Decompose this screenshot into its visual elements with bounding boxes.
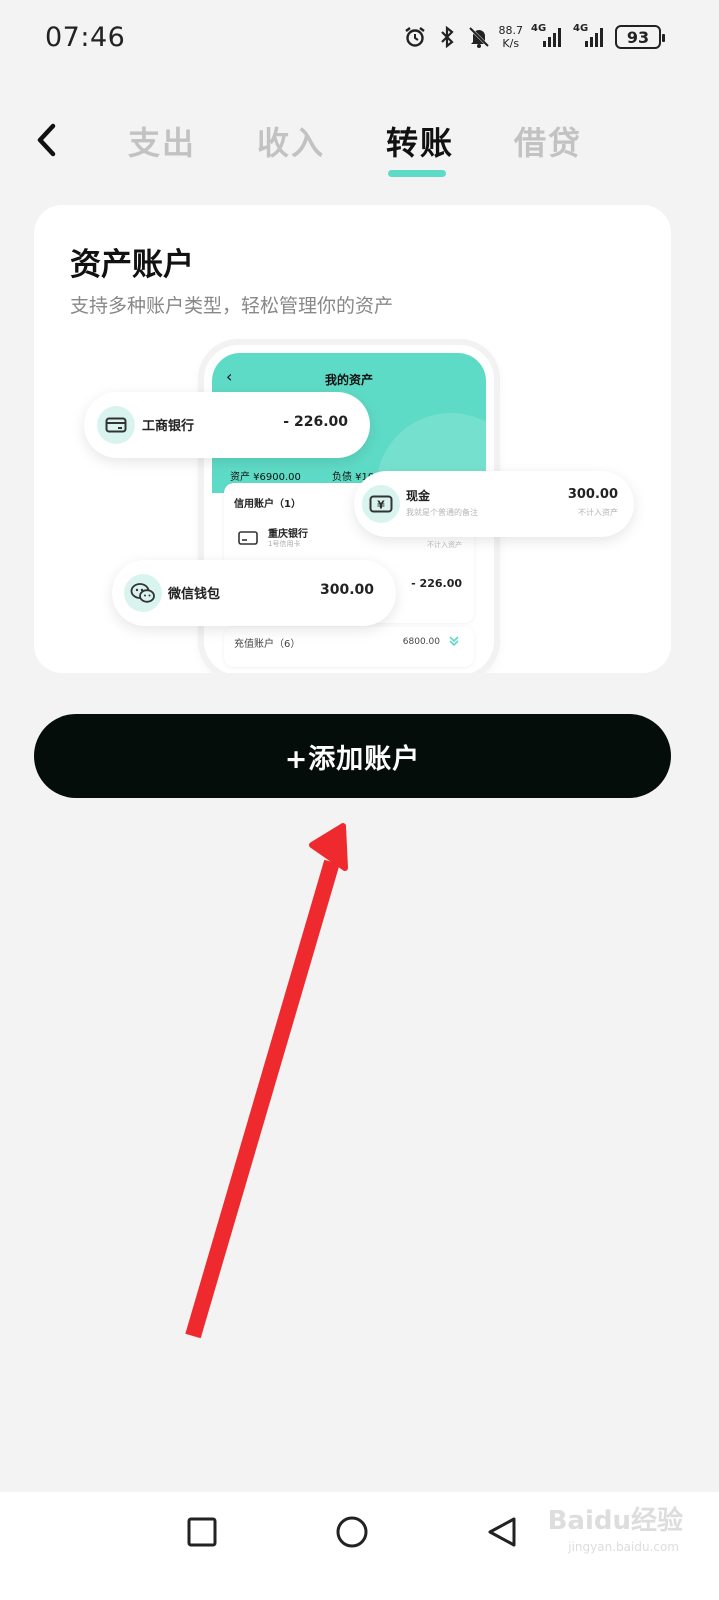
sim1-network-tag: 4G [531,23,547,34]
bank-card-icon [238,531,258,545]
asset-account-card: 资产账户 支持多种账户类型，轻松管理你的资产 ‹ 我的资产 资产 ¥6900.0… [34,205,671,673]
cash-note: 我就是个普通的备注 [406,508,478,517]
wechat-icon [124,574,162,612]
back-nav-button[interactable] [482,1512,522,1552]
icbc-amount: - 226.00 [283,414,348,430]
card-title: 资产账户 [70,247,194,283]
network-speed: 88.7 K/s [499,24,524,50]
cash-account-pill: ¥ 现金 我就是个普通的备注 300.00 不计入资产 [354,471,634,537]
double-chevron-down-icon [449,636,459,647]
cash-amount: 300.00 [567,487,618,502]
cq-bank-name: 重庆银行 [268,529,308,540]
network-speed-unit: K/s [502,37,520,50]
tab-loan[interactable]: 借贷 [514,118,582,168]
wechat-name: 微信钱包 [168,587,221,602]
square-icon [187,1517,217,1547]
svg-text:¥: ¥ [377,499,385,512]
recharge-account-row: 充值账户（6） 6800.00 [224,627,474,667]
cq-bank-amount: - 226.00 [411,577,462,590]
watermark-logo: Baidu经验 [547,1506,683,1536]
phone-title: 我的资产 [324,373,373,387]
home-button[interactable] [332,1512,372,1552]
wechat-amount: 300.00 [319,582,374,598]
tab-expense[interactable]: 支出 [128,118,196,168]
phone-assets-total: 资产 ¥6900.00 [230,472,301,483]
status-bar: 07:46 88.7 K/s 4G 4G 93 [0,0,719,76]
recents-button[interactable] [182,1512,222,1552]
circle-icon [336,1516,368,1548]
status-time: 07:46 [45,22,126,53]
mute-bell-icon [467,25,491,49]
bluetooth-icon [435,25,459,49]
cq-excluded-label: 不计入资产 [427,541,462,549]
recharge-account-label: 充值账户（6） [234,639,301,650]
wechat-wallet-pill: 微信钱包 300.00 [112,560,396,626]
triangle-back-icon [488,1517,516,1547]
cash-icon: ¥ [362,485,400,523]
tab-transfer[interactable]: 转账 [386,118,454,168]
back-button[interactable] [28,118,64,162]
header: 支出 收入 转账 借贷 [0,110,719,190]
watermark-url: jingyan.baidu.com [568,1540,679,1554]
credit-account-label: 信用账户（1） [234,499,301,510]
recharge-account-amount: 6800.00 [402,637,440,647]
sim2-network-tag: 4G [573,23,589,34]
alarm-icon [403,25,427,49]
cq-bank-note: 1号信用卡 [268,540,301,548]
active-tab-indicator [388,170,446,177]
icbc-name: 工商银行 [142,419,195,434]
cash-excluded-label: 不计入资产 [578,508,618,517]
status-icons: 88.7 K/s 4G 4G 93 [403,23,665,50]
signal-icon-sim1: 4G [531,23,565,49]
bank-card-icon [97,406,135,444]
cash-name: 现金 [406,489,431,503]
card-subtitle: 支持多种账户类型，轻松管理你的资产 [70,295,394,317]
icbc-account-pill: 工商银行 - 226.00 [84,392,370,458]
signal-icon-sim2: 4G [573,23,607,49]
battery-icon: 93 [615,25,665,49]
chevron-left-icon [37,123,56,157]
network-speed-value: 88.7 [498,24,524,37]
add-account-button[interactable]: +添加账户 [34,714,671,798]
tab-income[interactable]: 收入 [257,118,325,168]
